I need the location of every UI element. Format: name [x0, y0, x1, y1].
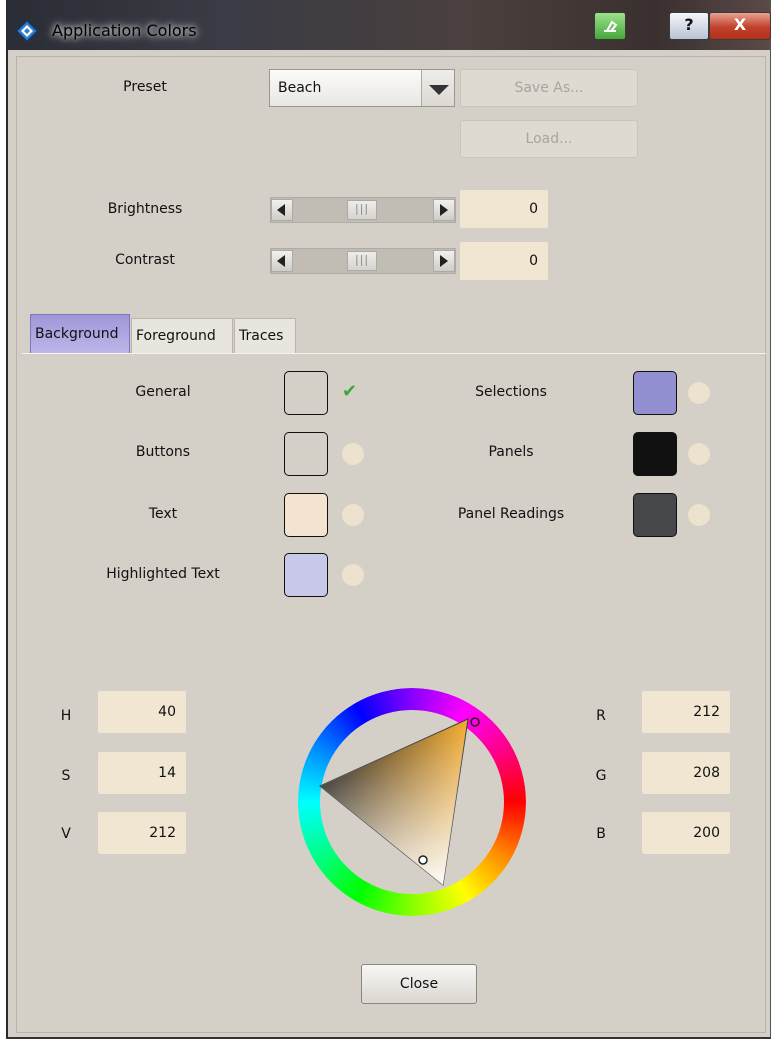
sv-handle[interactable]	[418, 855, 428, 865]
arrow-left-icon[interactable]	[271, 199, 293, 221]
help-button[interactable]: ?	[669, 12, 709, 40]
color-wheel[interactable]	[298, 688, 526, 916]
selections-label: Selections	[475, 384, 547, 400]
close-button[interactable]: Close	[361, 964, 477, 1004]
v-label: V	[61, 826, 71, 842]
general-label: General	[135, 384, 191, 400]
saturation-input[interactable]: 14	[98, 752, 186, 794]
preset-label: Preset	[123, 79, 167, 95]
preset-value: Beach	[278, 80, 322, 96]
application-colors-dialog: Application Colors ? X Preset Beach Save…	[6, 0, 771, 1039]
tab-traces[interactable]: Traces	[234, 318, 296, 354]
highlighted-text-color-swatch[interactable]	[284, 553, 328, 597]
panel-readings-color-swatch[interactable]	[633, 493, 677, 537]
window-title: Application Colors	[52, 21, 197, 40]
red-input[interactable]: 212	[642, 691, 730, 733]
save-as-button[interactable]: Save As...	[460, 69, 638, 107]
select-indicator[interactable]	[688, 504, 710, 526]
app-icon	[16, 20, 38, 42]
text-color-swatch[interactable]	[284, 493, 328, 537]
slider-thumb[interactable]	[347, 200, 377, 220]
title-bar[interactable]: Application Colors ? X	[8, 0, 771, 50]
chevron-down-icon[interactable]	[421, 70, 454, 106]
contrast-label: Contrast	[115, 252, 175, 268]
green-input[interactable]: 208	[642, 752, 730, 794]
checkmark-icon[interactable]: ✔	[342, 381, 357, 402]
selections-color-swatch[interactable]	[633, 371, 677, 415]
g-label: G	[595, 768, 607, 784]
panel-readings-label: Panel Readings	[457, 506, 565, 522]
contrast-input[interactable]: 0	[460, 242, 548, 280]
brightness-label: Brightness	[107, 201, 183, 217]
value-input[interactable]: 212	[98, 812, 186, 854]
h-label: H	[60, 708, 72, 724]
b-label: B	[596, 826, 606, 842]
select-indicator[interactable]	[342, 504, 364, 526]
pin-icon	[604, 20, 618, 32]
buttons-label: Buttons	[135, 444, 191, 460]
select-indicator[interactable]	[688, 443, 710, 465]
load-button[interactable]: Load...	[460, 120, 638, 158]
r-label: R	[596, 708, 606, 724]
close-window-button[interactable]: X	[709, 12, 771, 40]
blue-input[interactable]: 200	[642, 812, 730, 854]
panels-label: Panels	[488, 444, 534, 460]
hue-input[interactable]: 40	[98, 691, 186, 733]
s-label: S	[61, 768, 71, 784]
brightness-input[interactable]: 0	[460, 190, 548, 228]
pin-button[interactable]	[594, 12, 626, 40]
select-indicator[interactable]	[342, 564, 364, 586]
highlighted-text-label: Highlighted Text	[106, 566, 220, 582]
contrast-slider[interactable]	[270, 248, 456, 274]
panels-color-swatch[interactable]	[633, 432, 677, 476]
tab-foreground[interactable]: Foreground	[131, 318, 233, 354]
slider-thumb[interactable]	[347, 251, 377, 271]
preset-select[interactable]: Beach	[269, 69, 455, 107]
help-icon: ?	[684, 15, 694, 34]
tab-background[interactable]: Background	[30, 314, 130, 354]
tab-divider	[22, 353, 766, 354]
select-indicator[interactable]	[688, 382, 710, 404]
arrow-right-icon[interactable]	[433, 250, 455, 272]
select-indicator[interactable]	[342, 443, 364, 465]
brightness-slider[interactable]	[270, 197, 456, 223]
close-icon: X	[733, 15, 747, 34]
buttons-color-swatch[interactable]	[284, 432, 328, 476]
general-color-swatch[interactable]	[284, 371, 328, 415]
arrow-left-icon[interactable]	[271, 250, 293, 272]
text-label: Text	[148, 506, 178, 522]
arrow-right-icon[interactable]	[433, 199, 455, 221]
